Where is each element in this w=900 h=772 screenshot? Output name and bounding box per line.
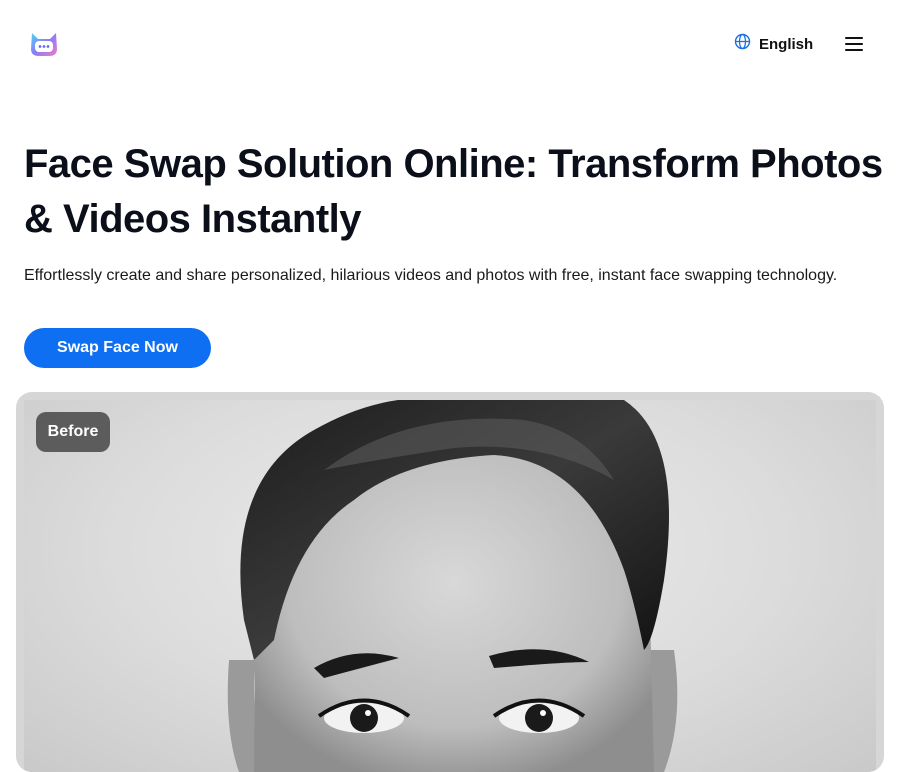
portrait-photo <box>24 400 876 772</box>
page-title: Face Swap Solution Online: Transform Pho… <box>24 142 883 241</box>
swap-face-now-button[interactable]: Swap Face Now <box>24 328 211 368</box>
site-header: English <box>0 0 900 88</box>
language-label: English <box>759 35 814 53</box>
language-selector[interactable]: English <box>734 33 814 55</box>
page-subtitle: Effortlessly create and share personaliz… <box>24 267 838 284</box>
globe-icon <box>734 33 751 55</box>
cat-face-logo-icon[interactable] <box>29 31 59 58</box>
hamburger-menu-icon[interactable] <box>843 33 865 55</box>
before-image-card <box>16 392 884 772</box>
before-badge: Before <box>36 412 110 452</box>
